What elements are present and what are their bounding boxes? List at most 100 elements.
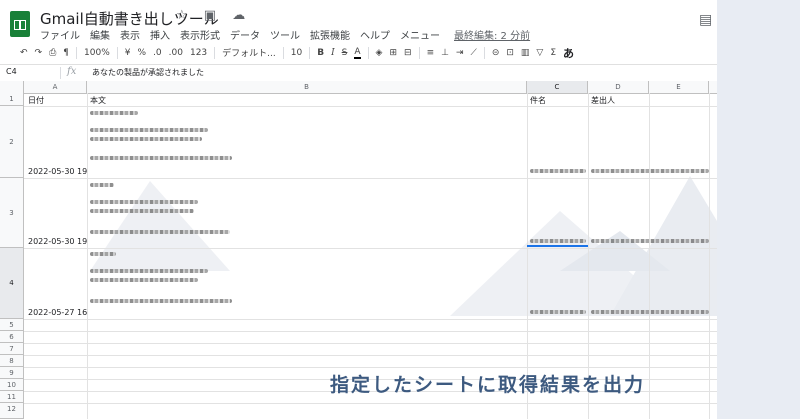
redacted-text (90, 269, 208, 273)
horizontal-align-icon[interactable]: ≡ (427, 48, 435, 58)
fill-color-icon[interactable]: ◈ (376, 48, 383, 58)
vertical-align-icon[interactable]: ⊥ (441, 48, 449, 58)
redacted-text (90, 137, 202, 141)
text-wrap-icon[interactable]: ⇥ (456, 48, 464, 58)
bold-button[interactable]: B (317, 48, 324, 58)
row-header-4[interactable]: 4 (0, 248, 24, 319)
menu-data[interactable]: データ (230, 27, 260, 42)
gridline (709, 93, 710, 419)
row-header-3[interactable]: 3 (0, 178, 24, 248)
menu-help[interactable]: ヘルプ (360, 27, 390, 42)
print-icon[interactable]: ⎙ (49, 48, 56, 58)
header-cell-sender[interactable]: 差出人 (591, 95, 615, 106)
date-cell[interactable]: 2022-05-30 19:0 (28, 237, 87, 246)
font-size-select[interactable]: 10 (291, 48, 302, 58)
percent-button[interactable]: % (138, 48, 147, 58)
column-header-c[interactable]: C (527, 81, 588, 93)
row-header-11[interactable]: 11 (0, 391, 24, 403)
fx-icon: fx (67, 66, 77, 77)
insert-link-icon[interactable]: ⊝ (492, 48, 500, 58)
name-box[interactable]: C4 (6, 67, 17, 76)
more-formats-select[interactable]: 123 (190, 48, 207, 58)
toolbar-divider (116, 46, 118, 59)
gridline (24, 331, 717, 332)
toolbar-divider (76, 46, 78, 59)
toolbar-divider (418, 46, 420, 59)
undo-icon[interactable]: ↶ (20, 48, 28, 58)
header-cell-subject[interactable]: 件名 (530, 95, 546, 106)
row-header-9[interactable]: 9 (0, 367, 24, 379)
menu-format[interactable]: 表示形式 (180, 27, 220, 42)
menu-file[interactable]: ファイル (40, 27, 80, 42)
row-header-2[interactable]: 2 (0, 106, 24, 178)
increase-decimal-button[interactable]: .00 (169, 48, 183, 58)
column-header-e[interactable]: E (649, 81, 709, 93)
gridline (24, 248, 717, 249)
menu-bar: ファイル 編集 表示 挿入 表示形式 データ ツール 拡張機能 ヘルプ メニュー… (40, 27, 530, 42)
text-rotation-icon[interactable]: ⟋ (471, 48, 477, 58)
menu-edit[interactable]: 編集 (90, 27, 110, 42)
select-all-corner[interactable] (0, 81, 24, 93)
last-edit-link[interactable]: 最終編集: 2 分前 (454, 27, 530, 42)
gridline (24, 367, 717, 368)
redo-icon[interactable]: ↷ (35, 48, 43, 58)
input-tools-icon[interactable]: あ (563, 45, 574, 61)
column-header-row: A B C D E (24, 81, 717, 94)
comment-history-icon[interactable]: ▤ (699, 12, 712, 28)
gridline (24, 319, 717, 320)
sheet-grid: A B C D E 1 2 3 4 5 6 7 8 9 10 11 12 日付 … (0, 81, 717, 419)
redacted-text (90, 156, 232, 160)
redacted-subject (530, 310, 586, 314)
header-cell-body[interactable]: 本文 (90, 95, 106, 106)
insert-chart-icon[interactable]: ▥ (521, 48, 530, 58)
functions-icon[interactable]: Σ (550, 48, 556, 58)
filter-icon[interactable]: ▽ (536, 48, 543, 58)
decrease-decimal-button[interactable]: .0 (153, 48, 162, 58)
selected-cell-indicator (527, 245, 588, 247)
date-cell[interactable]: 2022-05-27 16:4 (28, 308, 87, 317)
caption-text: 指定したシートに取得結果を出力 (330, 374, 646, 396)
row-header-10[interactable]: 10 (0, 379, 24, 391)
menu-tools[interactable]: ツール (270, 27, 300, 42)
toolbar-divider (309, 46, 311, 59)
column-header-b[interactable]: B (87, 81, 527, 93)
borders-icon[interactable]: ⊞ (389, 48, 397, 58)
menu-view[interactable]: 表示 (120, 27, 140, 42)
gridline (24, 343, 717, 344)
menu-extensions[interactable]: 拡張機能 (310, 27, 350, 42)
row-header-5[interactable]: 5 (0, 319, 24, 331)
spreadsheet-app: Gmail自動書き出しツール ☆ ▣ ☁ ▤ ファイル 編集 表示 挿入 表示形… (0, 0, 717, 419)
column-header-d[interactable]: D (588, 81, 649, 93)
toolbar-divider (367, 46, 369, 59)
redacted-sender (591, 169, 709, 173)
formula-input[interactable]: あなたの製品が承認されました (92, 67, 204, 78)
row-header-8[interactable]: 8 (0, 355, 24, 367)
merge-cells-icon[interactable]: ⊟ (404, 48, 412, 58)
date-cell[interactable]: 2022-05-30 19:0 (28, 167, 87, 176)
paint-format-icon[interactable]: ¶ (63, 48, 69, 58)
gridline (87, 93, 88, 419)
redacted-text (90, 183, 114, 187)
gridline (24, 403, 717, 404)
zoom-select[interactable]: 100% (84, 48, 110, 58)
strikethrough-button[interactable]: S (342, 48, 348, 58)
row-header-1[interactable]: 1 (0, 93, 24, 106)
row-header-12[interactable]: 12 (0, 403, 24, 419)
font-select[interactable]: デフォルト... (222, 46, 276, 59)
row-header-6[interactable]: 6 (0, 331, 24, 343)
redacted-text (90, 209, 194, 213)
formula-bar: C4 fx あなたの製品が承認されました (0, 64, 717, 82)
menu-custom[interactable]: メニュー (400, 27, 440, 42)
text-color-button[interactable]: A (354, 47, 361, 59)
header-cell-date[interactable]: 日付 (28, 95, 44, 106)
sheets-logo-icon[interactable] (10, 11, 30, 37)
toolbar-divider (483, 46, 485, 59)
menu-insert[interactable]: 挿入 (150, 27, 170, 42)
row-header-7[interactable]: 7 (0, 343, 24, 355)
currency-button[interactable]: ¥ (125, 48, 131, 58)
italic-button[interactable]: I (331, 48, 335, 58)
redacted-text (90, 278, 198, 282)
insert-comment-icon[interactable]: ⊡ (506, 48, 514, 58)
star-move-cloud-icons[interactable]: ☆ ▣ ☁ (176, 8, 251, 23)
column-header-a[interactable]: A (24, 81, 87, 93)
